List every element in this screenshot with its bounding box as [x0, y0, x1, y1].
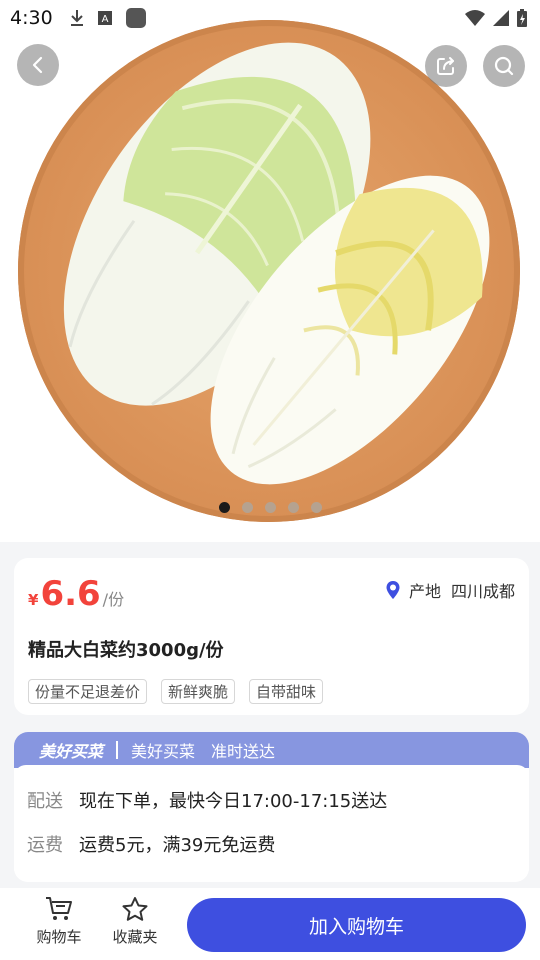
delivery-details: 配送 现在下单，最快今日17:00-17:15送达 运费 运费5元，满39元免运… — [14, 765, 529, 882]
status-bar: 4:30 A — [0, 0, 540, 36]
banner-divider — [116, 741, 119, 759]
cart-icon — [46, 897, 72, 920]
star-icon — [122, 897, 148, 921]
wifi-icon — [465, 10, 485, 26]
font-icon: A — [97, 11, 112, 25]
share-icon — [437, 57, 454, 75]
add-to-cart-button[interactable]: 加入购物车 — [187, 898, 526, 952]
favorite-button[interactable]: 收藏夹 — [100, 896, 170, 947]
share-button[interactable] — [425, 45, 467, 87]
product-tags: 份量不足退差价 新鲜爽脆 自带甜味 — [28, 679, 324, 704]
delivery-info-card: 美好买菜 美好买菜 准时送达 配送 现在下单，最快今日17:00-17:15送达… — [14, 732, 529, 882]
price-unit: /份 — [102, 590, 125, 609]
product-tag: 自带甜味 — [249, 679, 324, 704]
price: ¥ 6.6 /份 — [28, 574, 124, 614]
price-value: 6.6 — [40, 574, 101, 614]
product-tag: 新鲜爽脆 — [161, 679, 236, 704]
product-title: 精品大白菜约3000g/份 — [28, 640, 224, 661]
carousel-indicator — [0, 502, 540, 513]
delivery-banner: 美好买菜 美好买菜 准时送达 — [14, 732, 529, 768]
carousel-dot[interactable] — [287, 502, 299, 513]
search-button[interactable] — [483, 45, 525, 87]
delivery-row-value: 现在下单，最快今日17:00-17:15送达 — [79, 791, 388, 812]
cart-label: 购物车 — [36, 928, 82, 946]
app-icon — [125, 8, 146, 28]
origin-value: 四川成都 — [450, 582, 515, 601]
delivery-row-label: 配送 — [27, 791, 63, 812]
delivery-row-value: 运费5元，满39元免运费 — [79, 835, 276, 856]
carousel-dot[interactable] — [264, 502, 276, 513]
location-pin-icon — [386, 581, 400, 599]
price-symbol: ¥ — [28, 591, 39, 609]
product-info-card: ¥ 6.6 /份 产地 四川成都 精品大白菜约3000g/份 份量不足退差价 新… — [14, 558, 529, 715]
origin-label: 产地 — [408, 582, 441, 601]
back-button[interactable] — [17, 44, 59, 86]
favorite-label: 收藏夹 — [112, 928, 158, 946]
delivery-row-shipping: 配送 现在下单，最快今日17:00-17:15送达 — [27, 787, 387, 813]
origin: 产地 四川成都 — [385, 578, 515, 602]
carousel-dot[interactable] — [241, 502, 253, 513]
search-icon — [494, 56, 514, 76]
product-tag: 份量不足退差价 — [28, 679, 148, 704]
svg-text:A: A — [101, 14, 108, 25]
banner-slogan: 美好买菜 准时送达 — [131, 742, 276, 761]
battery-icon — [517, 9, 527, 27]
carousel-dot[interactable] — [218, 502, 230, 513]
cart-button[interactable]: 购物车 — [24, 896, 94, 947]
delivery-row-fee: 运费 运费5元，满39元免运费 — [27, 831, 275, 857]
brand-logo-text: 美好买菜 — [39, 742, 104, 761]
signal-icon — [493, 10, 509, 26]
delivery-row-label: 运费 — [27, 835, 63, 856]
download-icon — [70, 10, 83, 26]
product-image-area — [0, 0, 540, 542]
status-time: 4:30 — [10, 7, 53, 29]
carousel-dot[interactable] — [310, 502, 322, 513]
back-icon — [32, 56, 43, 74]
bottom-action-bar: 购物车 收藏夹 加入购物车 — [0, 888, 540, 960]
